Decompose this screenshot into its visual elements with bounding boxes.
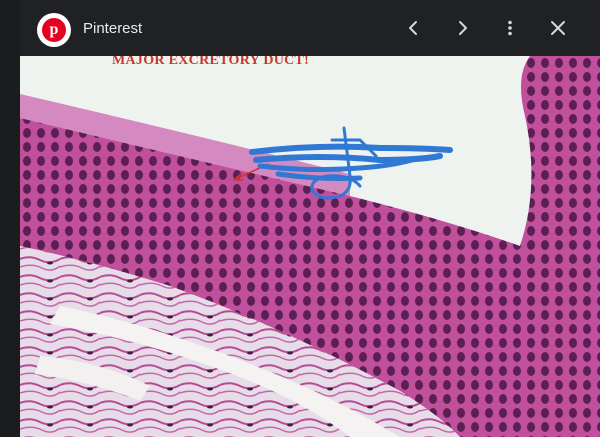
close-button[interactable] — [544, 14, 572, 42]
close-icon — [551, 21, 565, 35]
pinterest-image-viewer: p Pinterest MAJOR EXCRETORY DUCT! — [0, 0, 600, 437]
histology-image: MAJOR EXCRETORY DUCT! — [20, 56, 600, 437]
chevron-left-icon — [409, 21, 417, 35]
app-title: Pinterest — [83, 20, 143, 37]
back-button[interactable] — [400, 14, 428, 42]
pinterest-logo: p — [37, 13, 71, 47]
tissue-micrograph — [20, 56, 600, 437]
pinterest-logo-icon: p — [42, 18, 66, 42]
more-options-button[interactable] — [496, 14, 524, 42]
viewer-header: p Pinterest — [20, 0, 600, 56]
more-vert-icon — [508, 20, 512, 36]
side-strip — [0, 0, 20, 437]
image-caption: MAJOR EXCRETORY DUCT! — [112, 56, 310, 68]
forward-button[interactable] — [448, 14, 476, 42]
chevron-right-icon — [459, 21, 467, 35]
